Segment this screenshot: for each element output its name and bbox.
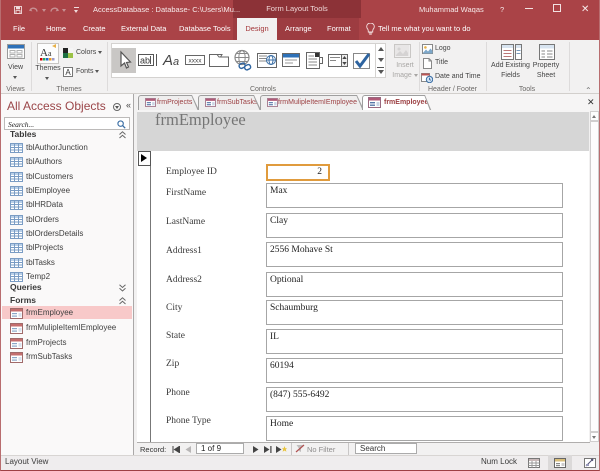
svg-text:a: a bbox=[173, 56, 179, 68]
svg-text:a: a bbox=[48, 49, 52, 58]
svg-text:xxxx: xxxx bbox=[189, 58, 203, 65]
svg-text:A: A bbox=[40, 47, 48, 59]
svg-text:ab: ab bbox=[140, 56, 150, 66]
svg-text:A: A bbox=[162, 52, 173, 69]
